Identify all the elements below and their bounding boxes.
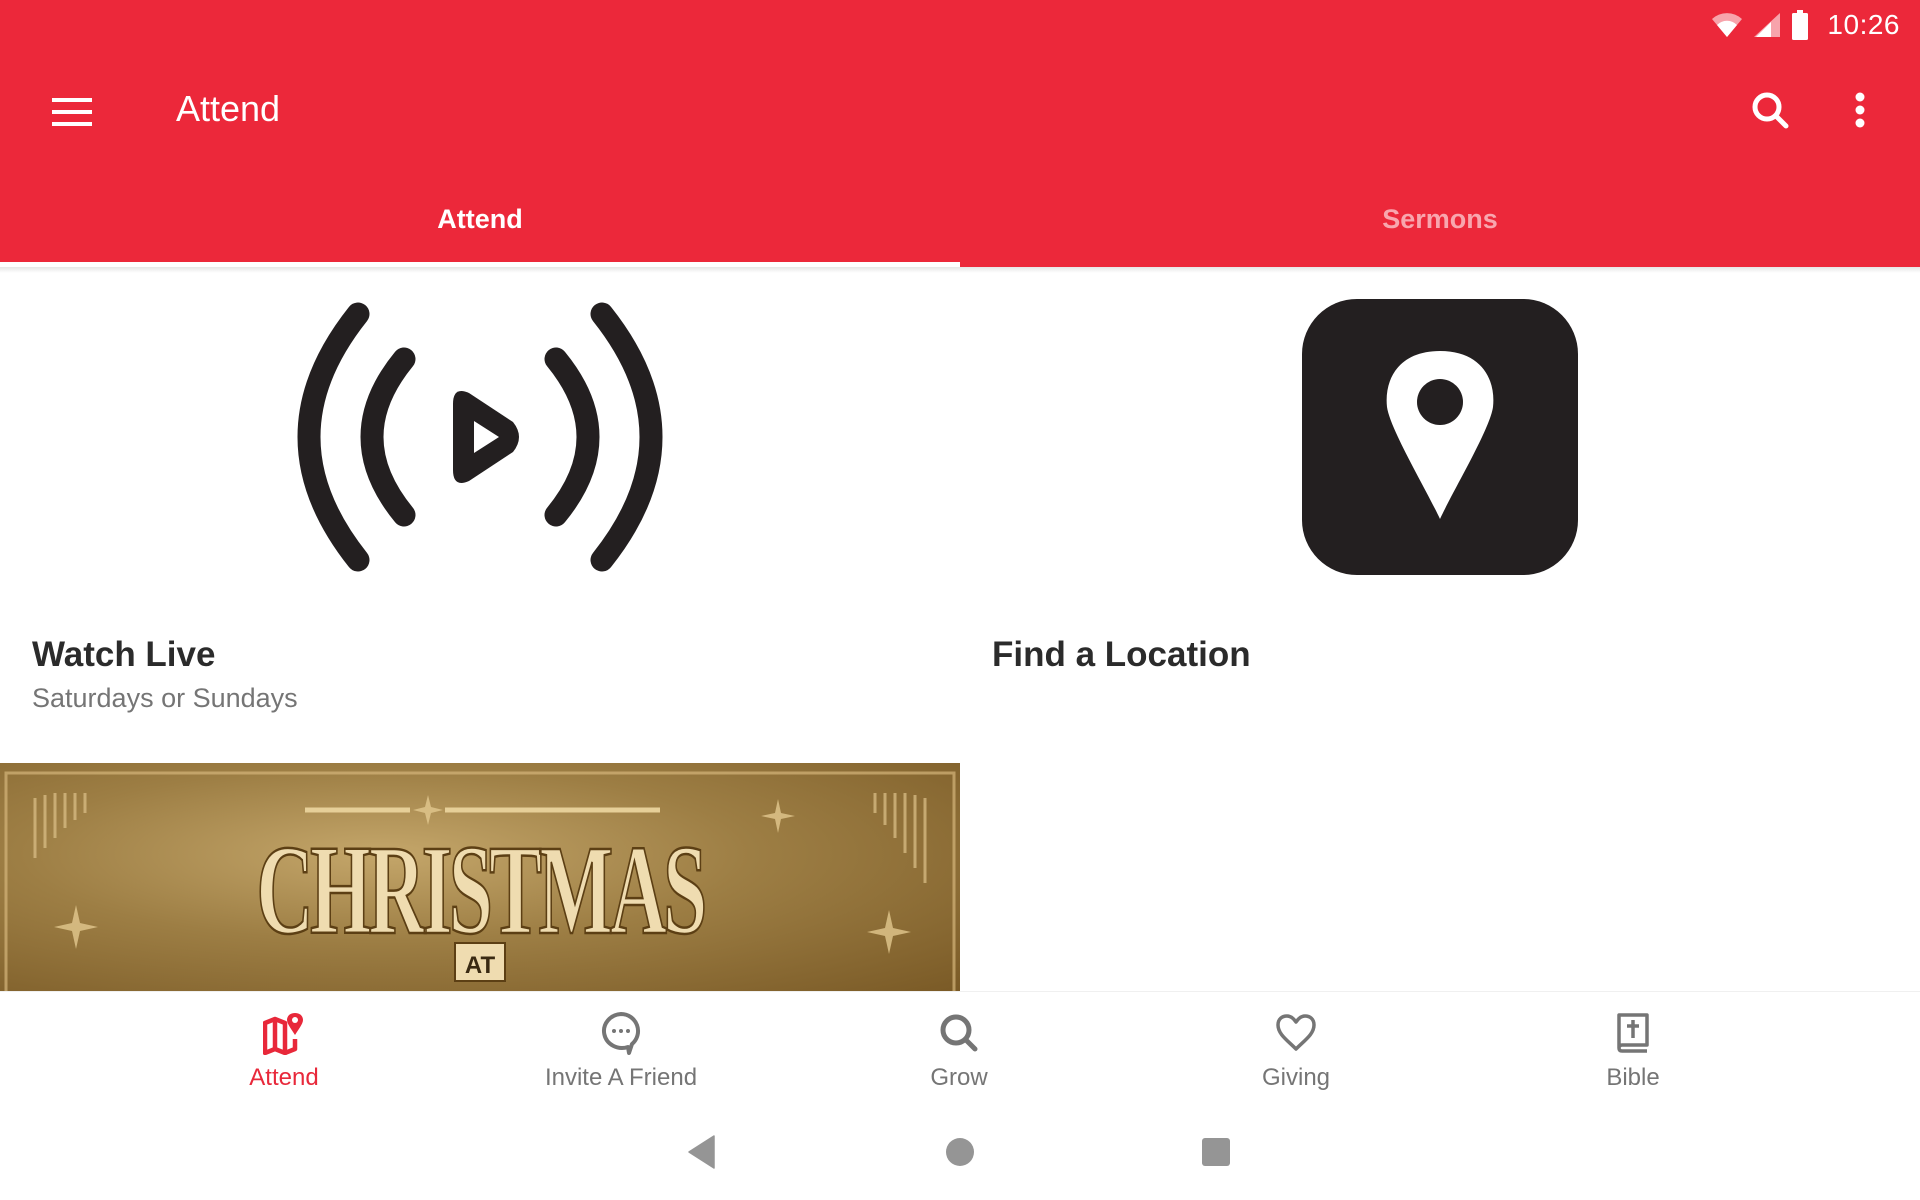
nav-label: Giving — [1261, 1064, 1331, 1091]
status-bar: 10:26 — [1711, 0, 1920, 50]
system-nav-bar — [0, 1105, 1920, 1200]
card-subtitle: Saturdays or Sundays — [32, 683, 298, 713]
live-broadcast-icon — [297, 302, 663, 572]
nav-label: Bible — [1606, 1064, 1660, 1091]
content-grid: Watch Live Saturdays or Sundays Find a L… — [0, 267, 1920, 991]
menu-button[interactable] — [40, 85, 104, 139]
christmas-banner[interactable]: CHRISTMAS AT — [0, 763, 960, 991]
bible-icon — [1617, 1013, 1649, 1053]
nav-attend[interactable]: Attend — [154, 992, 414, 1106]
more-options-button[interactable] — [1830, 80, 1890, 140]
hamburger-menu-icon — [52, 98, 92, 126]
nav-giving[interactable]: Giving — [1166, 992, 1426, 1106]
map-pin-icon — [263, 1013, 303, 1055]
nav-label: Invite A Friend — [544, 1064, 698, 1091]
tab-label: Attend — [437, 204, 523, 234]
heart-icon — [1276, 1014, 1316, 1051]
search-icon — [1752, 92, 1789, 129]
search-button[interactable] — [1740, 80, 1800, 140]
recents-icon — [1202, 1138, 1230, 1166]
cell-signal-icon — [1754, 13, 1781, 37]
back-icon — [688, 1135, 715, 1169]
watch-live-card[interactable]: Watch Live Saturdays or Sundays — [0, 267, 960, 763]
card-icon-wrap — [960, 267, 1920, 607]
recents-button[interactable] — [1186, 1127, 1246, 1177]
nav-bible[interactable]: Bible — [1503, 992, 1763, 1106]
banner-sub-text: AT — [465, 952, 496, 979]
tab-attend[interactable]: Attend — [0, 180, 960, 267]
tab-label: Sermons — [1382, 204, 1498, 234]
banner-title-text: CHRISTMAS — [256, 820, 704, 962]
card-title: Watch Live — [32, 635, 216, 674]
more-vert-icon — [1855, 92, 1865, 128]
card-icon-wrap — [0, 267, 960, 607]
bottom-nav: Attend Invite A Friend Grow Giving Bible — [0, 991, 1920, 1105]
nav-label: Grow — [930, 1064, 988, 1091]
location-pin-icon — [1302, 299, 1578, 575]
app-bar: 10:26 Attend Attend Sermons — [0, 0, 1920, 267]
chat-bubble-icon — [602, 1011, 641, 1055]
battery-icon — [1792, 10, 1809, 40]
wifi-icon — [1712, 13, 1743, 37]
back-button[interactable] — [672, 1127, 732, 1177]
nav-grow[interactable]: Grow — [829, 992, 1089, 1106]
page-title: Attend — [176, 88, 281, 129]
tab-sermons[interactable]: Sermons — [960, 180, 1920, 267]
toolbar: Attend — [0, 50, 1920, 175]
tab-bar: Attend Sermons — [0, 180, 1920, 267]
nav-label: Attend — [249, 1064, 319, 1091]
home-icon — [946, 1138, 974, 1166]
christmas-banner-art: CHRISTMAS AT — [4, 771, 956, 991]
home-button[interactable] — [930, 1127, 990, 1177]
search-icon — [940, 1014, 978, 1052]
find-location-card[interactable]: Find a Location — [960, 267, 1920, 763]
nav-invite-a-friend[interactable]: Invite A Friend — [491, 992, 751, 1106]
status-time: 10:26 — [1827, 9, 1900, 40]
card-title: Find a Location — [992, 635, 1251, 674]
